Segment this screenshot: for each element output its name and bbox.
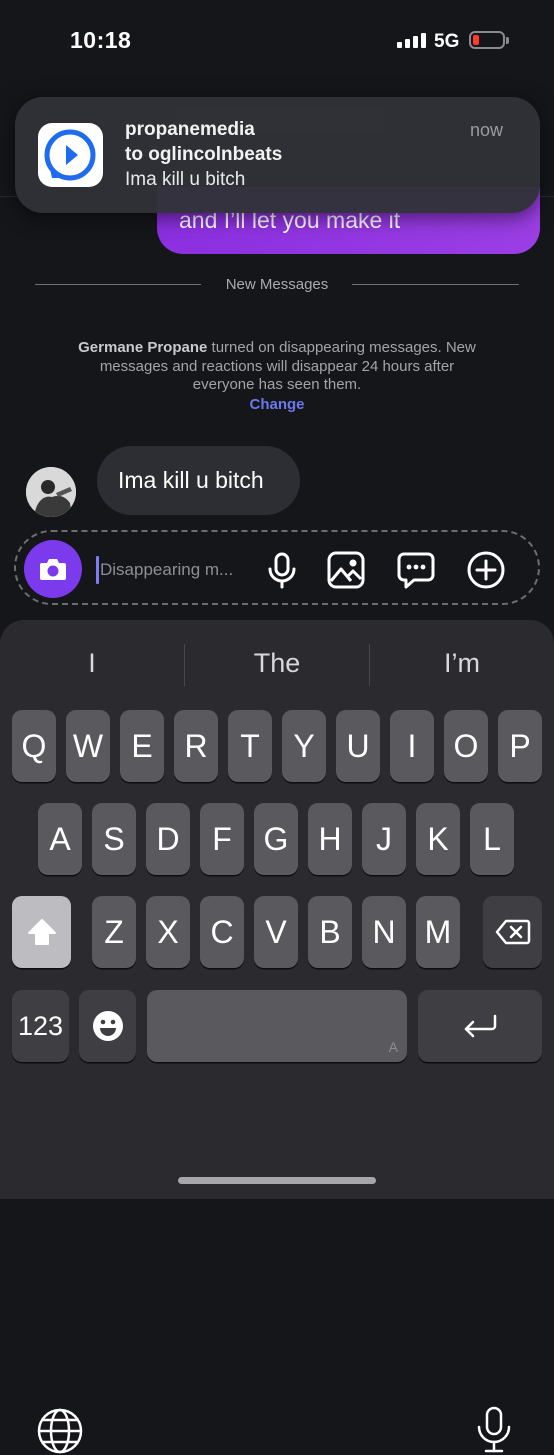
- message-input[interactable]: [100, 556, 260, 584]
- delete-key[interactable]: [483, 896, 542, 968]
- message-app-icon: [38, 123, 103, 187]
- key-w[interactable]: W: [66, 710, 110, 782]
- notification-time: now: [470, 120, 504, 140]
- shift-key[interactable]: [12, 896, 71, 968]
- key-e[interactable]: E: [120, 710, 164, 782]
- emoji-key[interactable]: [79, 990, 136, 1062]
- key-g[interactable]: G: [254, 803, 298, 875]
- battery-icon: [469, 31, 505, 49]
- space-key-mark: A: [388, 1039, 398, 1055]
- microphone-icon[interactable]: [262, 550, 302, 590]
- gallery-icon[interactable]: [326, 550, 366, 590]
- camera-icon: [40, 559, 66, 580]
- avatar[interactable]: [26, 467, 76, 517]
- change-link[interactable]: Change: [0, 396, 554, 413]
- key-y[interactable]: Y: [282, 710, 326, 782]
- return-icon: [464, 1014, 497, 1038]
- key-t[interactable]: T: [228, 710, 272, 782]
- camera-button[interactable]: [24, 540, 82, 598]
- key-i[interactable]: I: [390, 710, 434, 782]
- notification-banner[interactable]: propanemedia to oglincolnbeats Ima kill …: [15, 97, 540, 213]
- received-message-bubble[interactable]: Ima kill u bitch: [97, 446, 300, 515]
- key-q[interactable]: Q: [12, 710, 56, 782]
- key-c[interactable]: C: [200, 896, 244, 968]
- dictation-microphone-icon[interactable]: [474, 1405, 514, 1455]
- signal-icon: [397, 33, 426, 48]
- notice-actor: Germane Propane: [78, 339, 208, 356]
- network-type: 5G: [434, 31, 460, 52]
- home-indicator[interactable]: [178, 1177, 376, 1184]
- return-key[interactable]: [418, 990, 542, 1062]
- key-m[interactable]: M: [416, 896, 460, 968]
- key-v[interactable]: V: [254, 896, 298, 968]
- key-d[interactable]: D: [146, 803, 190, 875]
- new-messages-label: New Messages: [225, 276, 329, 293]
- suggestion-1[interactable]: I: [0, 648, 184, 679]
- backspace-icon: [495, 919, 530, 945]
- key-l[interactable]: L: [470, 803, 514, 875]
- key-r[interactable]: R: [174, 710, 218, 782]
- text-cursor: [96, 556, 99, 584]
- key-j[interactable]: J: [362, 803, 406, 875]
- status-time: 10:18: [70, 27, 132, 53]
- key-o[interactable]: O: [444, 710, 488, 782]
- emoji-icon: [92, 1011, 123, 1041]
- keyboard: I The I’m Q W E R T Y U I O P A S D F G …: [0, 620, 554, 1454]
- suggestion-2[interactable]: The: [185, 648, 369, 679]
- add-icon[interactable]: [466, 550, 506, 590]
- message-composer: [14, 530, 540, 605]
- notification-recipient: to oglincolnbeats: [125, 144, 283, 165]
- key-f[interactable]: F: [200, 803, 244, 875]
- space-key[interactable]: A: [147, 990, 407, 1062]
- key-b[interactable]: B: [308, 896, 352, 968]
- notification-message: Ima kill u bitch: [125, 169, 246, 190]
- key-k[interactable]: K: [416, 803, 460, 875]
- key-p[interactable]: P: [498, 710, 542, 782]
- key-z[interactable]: Z: [92, 896, 136, 968]
- shift-icon: [27, 919, 56, 945]
- globe-icon[interactable]: [36, 1407, 84, 1455]
- disappearing-notice: Germane Propane turned on disappearing m…: [70, 339, 484, 395]
- key-u[interactable]: U: [336, 710, 380, 782]
- key-h[interactable]: H: [308, 803, 352, 875]
- key-s[interactable]: S: [92, 803, 136, 875]
- chat-bubble-icon[interactable]: [396, 550, 436, 590]
- key-n[interactable]: N: [362, 896, 406, 968]
- key-x[interactable]: X: [146, 896, 190, 968]
- notification-sender: propanemedia: [125, 119, 255, 140]
- numbers-key[interactable]: 123: [12, 990, 69, 1062]
- suggestion-3[interactable]: I’m: [370, 648, 554, 679]
- battery-tip: [506, 37, 509, 44]
- key-a[interactable]: A: [38, 803, 82, 875]
